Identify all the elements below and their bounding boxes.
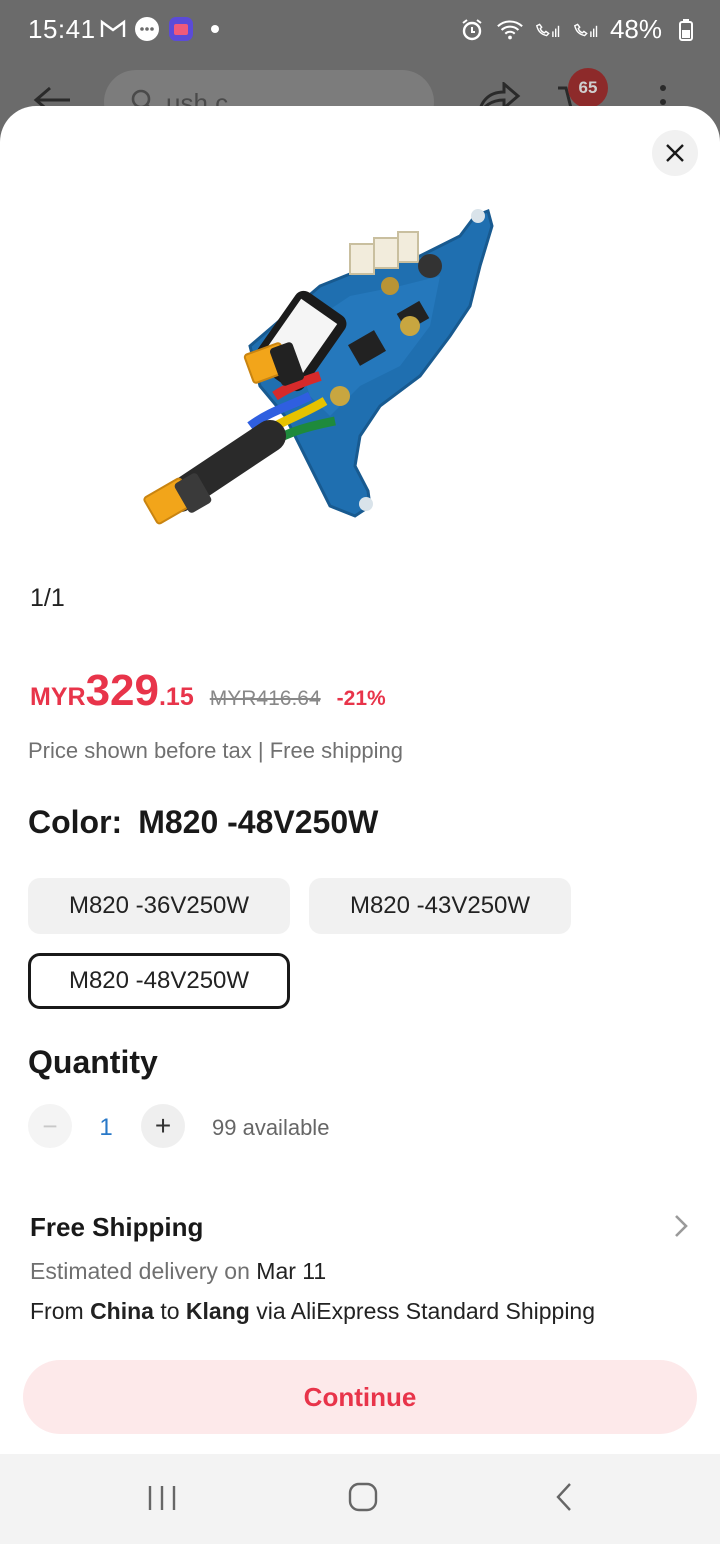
sku-bottom-sheet: 1/1 MYR 329 .15 MYR416.64 -21% Price sho… xyxy=(0,106,720,1454)
alarm-icon xyxy=(458,17,486,43)
discount-badge: -21% xyxy=(336,687,386,710)
route-to-word: to xyxy=(160,1298,180,1324)
price-decimal: .15 xyxy=(158,683,194,711)
delivery-date: Mar 11 xyxy=(256,1258,327,1284)
tax-note: Price shown before tax | Free shipping xyxy=(28,738,404,763)
close-button[interactable] xyxy=(652,130,698,176)
color-selected: M820 -48V250W xyxy=(138,804,379,840)
continue-button[interactable]: Continue xyxy=(23,1360,697,1434)
variant-option[interactable]: M820 -43V250W xyxy=(309,878,571,934)
delivery-estimate-prefix: Estimated delivery on xyxy=(30,1258,250,1284)
product-image[interactable] xyxy=(120,186,520,546)
system-status: 48% xyxy=(458,14,700,45)
home-icon[interactable] xyxy=(348,1482,378,1517)
price-currency: MYR xyxy=(30,683,86,711)
gmail-icon xyxy=(100,16,126,42)
close-icon xyxy=(666,144,684,162)
nav-back-icon[interactable] xyxy=(554,1482,574,1517)
battery-percent: 48% xyxy=(609,14,662,44)
route-from-word: From xyxy=(30,1298,84,1324)
status-time: 15:41 xyxy=(28,14,96,44)
system-nav-bar xyxy=(0,1454,720,1544)
wifi-call-1-icon xyxy=(534,17,562,43)
original-price: MYR416.64 xyxy=(209,687,321,710)
lazada-icon xyxy=(168,16,194,42)
route-destination: Klang xyxy=(185,1298,250,1324)
shipping-title[interactable]: Free Shipping xyxy=(30,1212,203,1243)
battery-icon xyxy=(672,17,700,43)
delivery-estimate: Estimated delivery on Mar 11 xyxy=(30,1258,326,1285)
chevron-right-icon[interactable] xyxy=(674,1214,688,1243)
quantity-available: 99 available xyxy=(212,1115,330,1140)
color-label: Color: xyxy=(28,804,123,840)
price-row: MYR 329 .15 MYR416.64 -21% xyxy=(30,666,386,716)
recent-apps-icon[interactable] xyxy=(146,1484,178,1517)
shipping-route: From China to Klang via AliExpress Stand… xyxy=(30,1298,595,1325)
quantity-increase-button[interactable]: + xyxy=(141,1104,185,1148)
dot-icon xyxy=(202,16,228,42)
quantity-title: Quantity xyxy=(28,1044,158,1080)
quantity-value[interactable]: 1 xyxy=(84,1114,128,1142)
status-bar: 15:41 48% xyxy=(0,0,720,62)
price-integer: 329 xyxy=(85,666,159,715)
messages-icon xyxy=(134,16,160,42)
variant-option[interactable]: M820 -36V250W xyxy=(28,878,290,934)
route-method: via AliExpress Standard Shipping xyxy=(256,1298,596,1324)
color-title: Color: M820 -48V250W xyxy=(28,804,378,841)
cart-badge: 65 xyxy=(568,68,608,108)
image-counter: 1/1 xyxy=(30,584,65,612)
variant-option-selected[interactable]: M820 -48V250W xyxy=(28,953,290,1009)
route-origin: China xyxy=(90,1298,154,1324)
wifi-icon xyxy=(496,17,524,43)
notification-icons xyxy=(100,16,228,42)
quantity-decrease-button[interactable]: − xyxy=(28,1104,72,1148)
wifi-call-2-icon xyxy=(572,17,600,43)
